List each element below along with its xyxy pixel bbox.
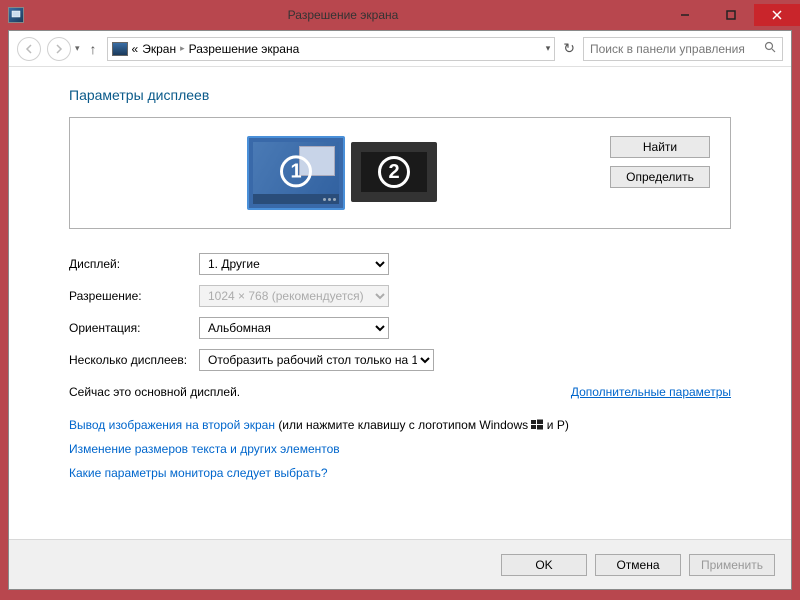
refresh-button[interactable]: ↻ (563, 40, 575, 57)
content-area: Параметры дисплеев 1 2 Найти Определить (9, 67, 791, 539)
resolution-row: Разрешение: 1024 × 768 (рекомендуется) (69, 285, 731, 307)
monitor-2-label: 2 (378, 156, 410, 188)
search-input[interactable]: Поиск в панели управления (583, 37, 783, 61)
search-placeholder: Поиск в панели управления (590, 42, 745, 56)
orientation-label: Ориентация: (69, 321, 199, 335)
orientation-select[interactable]: Альбомная (199, 317, 389, 339)
monitor-thumbnails: 1 2 (90, 136, 594, 210)
chevron-down-icon[interactable]: ▾ (546, 43, 551, 54)
text-size-link[interactable]: Изменение размеров текста и других элеме… (69, 442, 340, 456)
resolution-label: Разрешение: (69, 289, 199, 303)
identify-button[interactable]: Определить (610, 166, 710, 188)
ok-button[interactable]: OK (501, 554, 587, 576)
status-row: Сейчас это основной дисплей. Дополнитель… (69, 385, 731, 399)
orientation-row: Ориентация: Альбомная (69, 317, 731, 339)
cancel-button[interactable]: Отмена (595, 554, 681, 576)
page-heading: Параметры дисплеев (69, 87, 731, 103)
display-row: Дисплей: 1. Другие (69, 253, 731, 275)
app-icon (8, 7, 24, 23)
path-segment-resolution[interactable]: Разрешение экрана (189, 42, 300, 56)
window-title: Разрешение экрана (24, 8, 662, 22)
resolution-select: 1024 × 768 (рекомендуется) (199, 285, 389, 307)
chevron-right-icon: ▸ (180, 43, 185, 54)
multi-display-label: Несколько дисплеев: (69, 353, 199, 367)
windows-logo-icon (531, 415, 543, 427)
history-dropdown-icon[interactable]: ▾ (75, 43, 80, 54)
titlebar: Разрешение экрана (0, 0, 800, 30)
advanced-settings-link[interactable]: Дополнительные параметры (571, 385, 731, 399)
window-controls (662, 4, 800, 26)
monitor-side-buttons: Найти Определить (610, 136, 710, 188)
screen-icon (112, 42, 128, 56)
apply-button: Применить (689, 554, 775, 576)
monitor-1[interactable]: 1 (247, 136, 345, 210)
maximize-button[interactable] (708, 4, 754, 26)
monitor-preview-box: 1 2 Найти Определить (69, 117, 731, 229)
navbar: ▾ ↑ « Экран ▸ Разрешение экрана ▾ ↻ Поис… (9, 31, 791, 67)
footer: OK Отмена Применить (9, 539, 791, 589)
monitor-2[interactable]: 2 (351, 142, 437, 202)
second-screen-hint: (или нажмите клавишу с логотипом Windows (278, 418, 531, 432)
search-icon (764, 41, 776, 56)
minimize-button[interactable] (662, 4, 708, 26)
address-bar[interactable]: « Экран ▸ Разрешение экрана ▾ (107, 37, 556, 61)
window-body: ▾ ↑ « Экран ▸ Разрешение экрана ▾ ↻ Поис… (8, 30, 792, 590)
display-label: Дисплей: (69, 257, 199, 271)
find-button[interactable]: Найти (610, 136, 710, 158)
up-button[interactable]: ↑ (90, 41, 97, 57)
help-links: Вывод изображения на второй экран (или н… (69, 413, 731, 485)
forward-button[interactable] (47, 37, 71, 61)
monitor-1-label: 1 (280, 155, 312, 187)
display-select[interactable]: 1. Другие (199, 253, 389, 275)
second-screen-hint2: и P) (547, 418, 569, 432)
second-screen-link[interactable]: Вывод изображения на второй экран (69, 418, 275, 432)
multi-display-row: Несколько дисплеев: Отобразить рабочий с… (69, 349, 731, 371)
multi-display-select[interactable]: Отобразить рабочий стол только на 1 (199, 349, 434, 371)
close-button[interactable] (754, 4, 800, 26)
primary-display-status: Сейчас это основной дисплей. (69, 385, 240, 399)
back-button[interactable] (17, 37, 41, 61)
which-monitor-link[interactable]: Какие параметры монитора следует выбрать… (69, 466, 328, 480)
path-root: « (132, 42, 139, 56)
path-segment-screen[interactable]: Экран (142, 42, 176, 56)
